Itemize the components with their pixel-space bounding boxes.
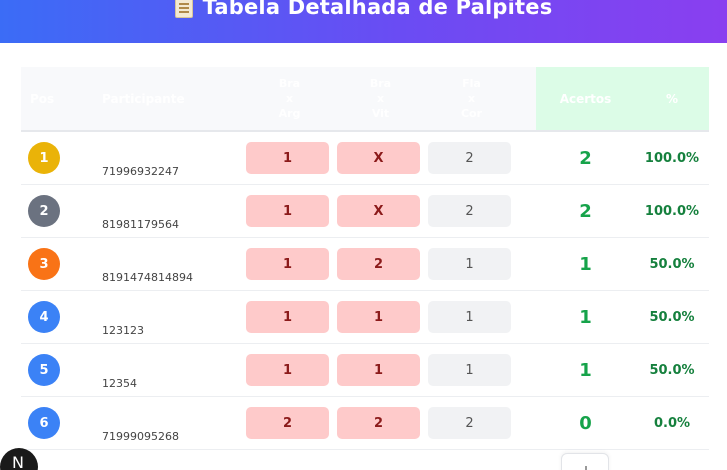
pos-cell: 3 (21, 248, 102, 280)
pick-game-2: 1 (337, 301, 420, 333)
participant-name: 71999095268 (102, 429, 179, 443)
page-header: Tabela Detalhada de Palpites (0, 0, 727, 43)
participant-name: 8191474814894 (102, 270, 193, 284)
game-1-away: Arg (278, 107, 301, 120)
pick-game-1: 2 (246, 407, 329, 439)
acertos-value: 0 (579, 412, 592, 434)
acertos-value: 2 (579, 200, 592, 222)
nextjs-dev-indicator-icon[interactable]: N (0, 448, 38, 470)
pick-game-1: 1 (246, 248, 329, 280)
picks-cell: 1 1 1 (244, 301, 536, 333)
game-3-away: Cor (460, 107, 483, 120)
pos-cell: 1 (21, 142, 102, 174)
pos-cell: 5 (21, 354, 102, 386)
acertos-value: 1 (579, 359, 592, 381)
column-header-acertos: Acertos (536, 67, 635, 130)
column-header-games: Bra x Arg Bra x Vit Fla x Cor (244, 67, 536, 130)
participant-cell: 123123 (102, 291, 244, 343)
pick-game-2: 2 (337, 248, 420, 280)
picks-cell: 1 1 1 (244, 354, 536, 386)
pick-game-1: 1 (246, 195, 329, 227)
participant-cell: 71999095268 (102, 397, 244, 449)
participant-name: 81981179564 (102, 217, 179, 231)
pos-cell: 2 (21, 195, 102, 227)
floating-button[interactable] (561, 453, 609, 470)
pos-cell: 4 (21, 301, 102, 333)
table-row: 3 8191474814894 1 2 1 1 50.0% (21, 238, 709, 291)
table-header: Pos Participante Bra x Arg Bra x Vit Fla… (21, 67, 709, 132)
position-badge: 5 (28, 354, 60, 386)
pick-game-3: 2 (428, 195, 511, 227)
column-header-percent: % (635, 67, 709, 130)
game-3-home: Fla (462, 77, 481, 90)
percent-value: 50.0% (649, 256, 695, 272)
percent-value: 50.0% (649, 309, 695, 325)
picks-cell: 1 X 2 (244, 142, 536, 174)
game-2-away: Vit (371, 107, 390, 120)
column-header-game-2: Bra x Vit (335, 67, 426, 130)
document-icon (174, 0, 193, 18)
game-1-sep: x (285, 92, 294, 105)
picks-cell: 2 2 2 (244, 407, 536, 439)
pick-game-2: X (337, 195, 420, 227)
picks-cell: 1 X 2 (244, 195, 536, 227)
predictions-table: Pos Participante Bra x Arg Bra x Vit Fla… (21, 67, 709, 450)
acertos-value: 2 (579, 147, 592, 169)
table-row: 5 12354 1 1 1 1 50.0% (21, 344, 709, 397)
pick-game-2: 2 (337, 407, 420, 439)
picks-cell: 1 2 1 (244, 248, 536, 280)
acertos-value: 1 (579, 253, 592, 275)
participant-cell: 71996932247 (102, 132, 244, 184)
pick-game-3: 2 (428, 142, 511, 174)
position-badge: 1 (28, 142, 60, 174)
column-header-pos: Pos (30, 91, 55, 106)
column-header-game-3: Fla x Cor (426, 67, 517, 130)
pick-game-2: X (337, 142, 420, 174)
acertos-value: 1 (579, 306, 592, 328)
participant-cell: 81981179564 (102, 185, 244, 237)
table-body: 1 71996932247 1 X 2 2 100.0% 2 819811795… (21, 132, 709, 450)
pick-game-1: 1 (246, 354, 329, 386)
percent-value: 50.0% (649, 362, 695, 378)
table-row: 2 81981179564 1 X 2 2 100.0% (21, 185, 709, 238)
pick-game-2: 1 (337, 354, 420, 386)
percent-value: 100.0% (644, 203, 700, 219)
game-2-sep: x (376, 92, 385, 105)
pick-game-3: 1 (428, 248, 511, 280)
percent-value: 0.0% (653, 415, 691, 431)
percent-value: 100.0% (644, 150, 700, 166)
header-inner: Tabela Detalhada de Palpites (174, 0, 553, 19)
game-3-sep: x (467, 92, 476, 105)
pick-game-1: 1 (246, 142, 329, 174)
pos-cell: 6 (21, 407, 102, 439)
participant-cell: 8191474814894 (102, 238, 244, 290)
position-badge: 2 (28, 195, 60, 227)
table-row: 1 71996932247 1 X 2 2 100.0% (21, 132, 709, 185)
participant-cell: 12354 (102, 344, 244, 396)
game-2-home: Bra (369, 77, 392, 90)
pick-game-3: 2 (428, 407, 511, 439)
participant-name: 71996932247 (102, 164, 179, 178)
position-badge: 4 (28, 301, 60, 333)
position-badge: 6 (28, 407, 60, 439)
pick-game-1: 1 (246, 301, 329, 333)
column-header-participant: Participante (102, 91, 185, 106)
page-title: Tabela Detalhada de Palpites (202, 0, 553, 19)
position-badge: 3 (28, 248, 60, 280)
pick-game-3: 1 (428, 354, 511, 386)
participant-name: 123123 (102, 323, 144, 337)
table-row: 4 123123 1 1 1 1 50.0% (21, 291, 709, 344)
table-row: 6 71999095268 2 2 2 0 0.0% (21, 397, 709, 450)
participant-name: 12354 (102, 376, 137, 390)
game-1-home: Bra (278, 77, 301, 90)
pick-game-3: 1 (428, 301, 511, 333)
column-header-game-1: Bra x Arg (244, 67, 335, 130)
